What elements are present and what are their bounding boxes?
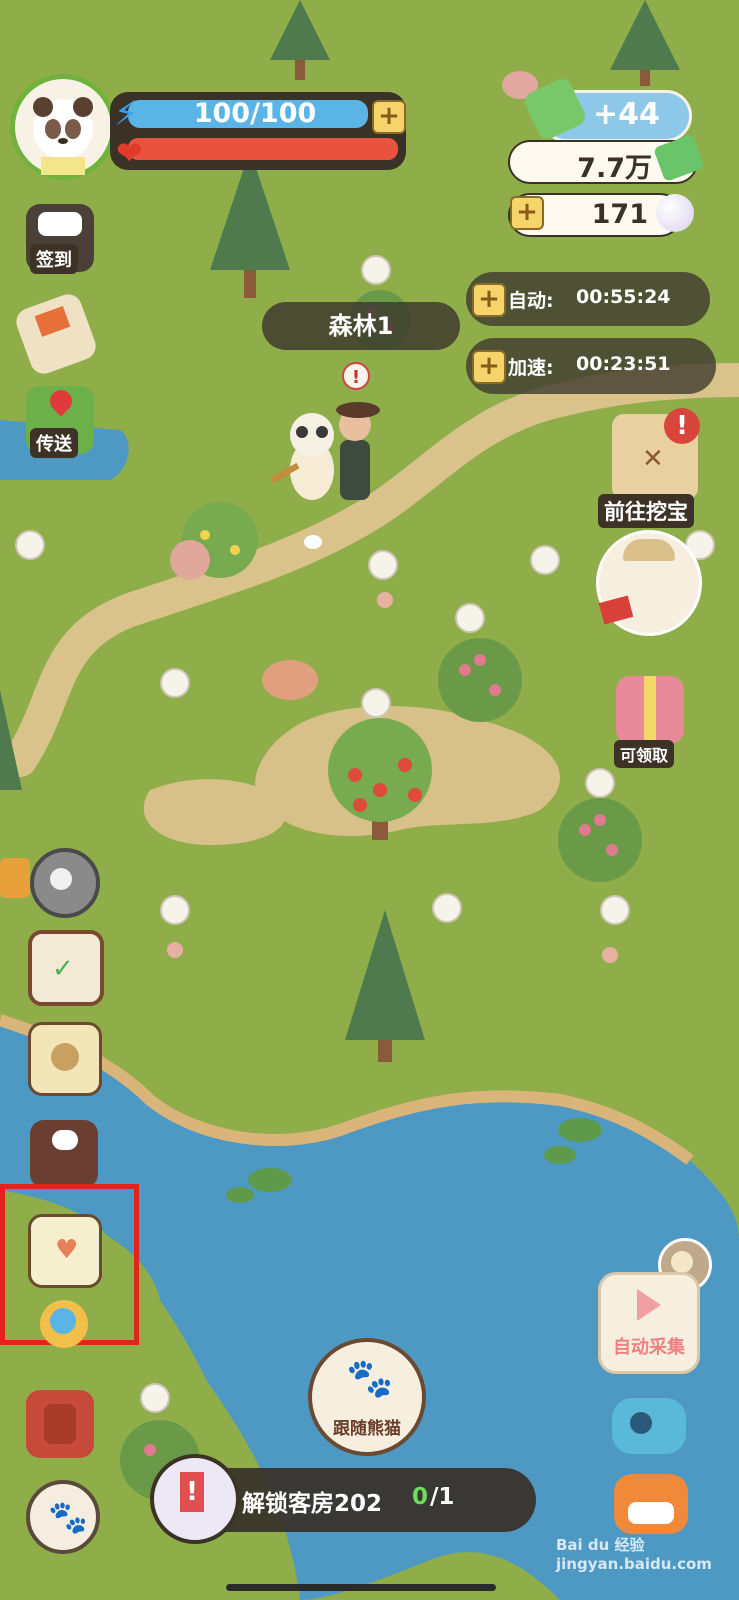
whistle-icon [630,1412,652,1434]
treasure-label: 前往挖宝 [598,494,694,528]
backpack-button[interactable] [26,1390,94,1458]
energy-text: 100/100 [193,98,317,129]
magnifier-button[interactable] [40,1300,88,1348]
treasure-chest-icon[interactable] [0,858,30,898]
rose-bush [558,798,642,882]
panda-calendar-icon [38,212,82,236]
cash-text: 7.7万 [577,153,652,184]
task-clipboard-icon[interactable]: ! [150,1454,240,1544]
follow-panda-button[interactable]: 🐾 跟随熊猫 [308,1338,426,1456]
player-avatar[interactable] [10,74,116,180]
watermark: Bai du 经验 jingyan.baidu.com [556,1536,712,1573]
add-pearl-button[interactable]: + [510,196,544,230]
location-banner: 森林1 [262,302,460,350]
exclamation-icon: ! [180,1472,204,1512]
alert-icon: ! [664,408,700,444]
checkmark-icon: ✓ [52,954,74,984]
backpack-icon [44,1404,76,1444]
gift-box-button[interactable] [616,676,684,744]
gift-label: 可领取 [614,740,675,768]
heart-icon: ❤ [116,134,143,172]
paw-menu-button[interactable]: 🐾 [26,1480,100,1554]
rabbit [304,535,322,549]
auto-label: 自动: [508,290,554,312]
income-text: +44 [593,97,660,132]
gear-icon [50,868,72,890]
colored-flags-icon [34,305,71,337]
rose-bush [438,638,522,722]
task-progress-done: 0 [412,1484,429,1510]
recipe-book-button[interactable] [30,1120,98,1188]
bag-button[interactable] [28,1022,102,1096]
explorer-hat-icon [623,539,675,561]
add-energy-button[interactable]: + [372,100,406,134]
task-text: 解锁客房202 [242,1491,383,1517]
health-bar [128,138,398,160]
home-indicator [226,1584,496,1591]
task-book-button[interactable]: ✓ [28,930,104,1006]
speed-label: 加速: [508,357,554,379]
settings-gear-button[interactable] [30,848,100,918]
auto-collect-label: 自动采集 [613,1337,685,1358]
follow-panda-label: 跟随熊猫 [333,1419,401,1439]
paw-icon: 🐾 [48,1498,88,1536]
clothes-button[interactable]: ♥ [28,1214,102,1288]
teleport-label: 传送 [30,428,78,458]
status-bars: 100/100 + [110,92,406,170]
task-progress-total: /1 [430,1484,455,1510]
speed-timer-pill: + 加速: 00:23:51 [466,338,716,394]
explorer-panda-button[interactable] [596,530,702,636]
pearl-icon [656,194,694,232]
paw-icon: 🐾 [346,1356,394,1400]
add-speed-time-button[interactable]: + [472,350,506,384]
pearl-text: 171 [591,199,648,230]
location-pin-icon [45,385,77,417]
panda-face-icon [33,97,93,175]
gift-ribbon-icon [644,676,656,744]
add-auto-time-button[interactable]: + [472,283,506,317]
magnifier-icon [50,1308,76,1334]
chef-hat-icon [52,1130,78,1150]
auto-timer-pill: + 自动: 00:55:24 [466,272,710,326]
treasure-x-icon: ✕ [642,444,664,474]
checkin-label: 签到 [30,244,78,274]
sushi-button[interactable] [614,1474,688,1534]
whistle-button[interactable] [612,1398,686,1454]
location-name: 森林1 [328,312,394,340]
auto-collect-button[interactable]: 自动采集 [598,1272,700,1374]
lightning-icon: ⚡ [114,94,138,134]
sushi-icon [628,1502,674,1524]
bag-icon [51,1043,79,1071]
shirt-heart-icon: ♥ [55,1235,79,1265]
svg-text:!: ! [352,367,360,388]
red-book-icon [598,595,634,625]
speed-time: 00:23:51 [576,353,671,375]
play-icon [637,1289,661,1321]
gear-icon [671,1251,693,1273]
auto-time: 00:55:24 [576,286,671,308]
rock [262,660,318,700]
